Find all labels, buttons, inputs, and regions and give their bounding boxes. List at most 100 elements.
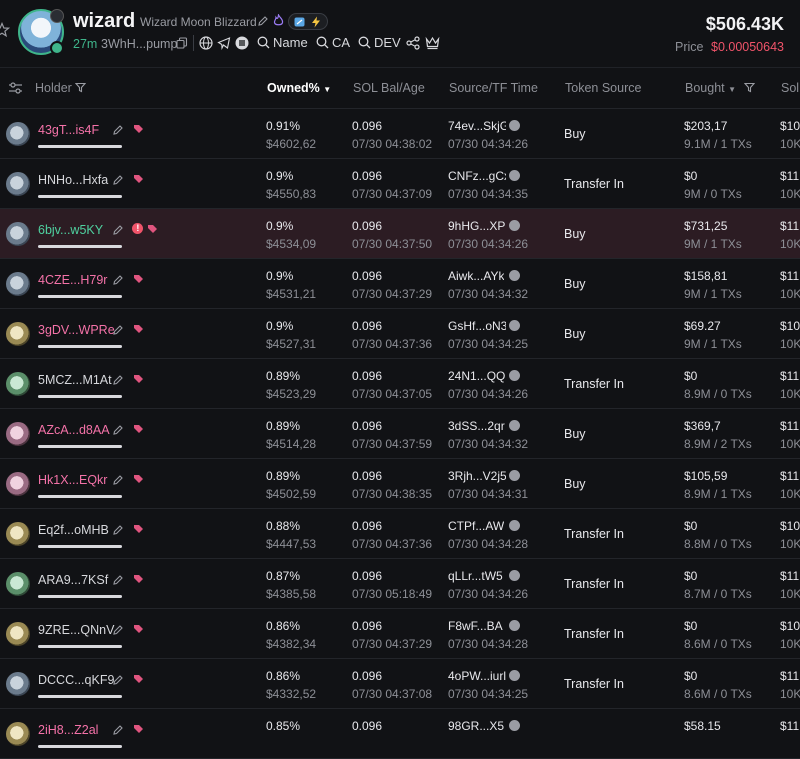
table-row[interactable]: Eq2f...oMHB 0.88% $4447,53 0.096 07/30 04:37… — [0, 509, 800, 559]
source-address[interactable]: 98GR...X5 — [448, 719, 504, 733]
source-address[interactable]: 24N1...QQ — [448, 369, 505, 383]
tag-icon[interactable] — [132, 723, 144, 735]
edit-icon[interactable] — [112, 524, 124, 536]
edit-icon[interactable] — [112, 324, 124, 336]
table-row[interactable]: 3gDV...WPRe 0.9% $4527,31 0.096 07/30 04:37:… — [0, 309, 800, 359]
table-row[interactable]: HNHo...Hxfa 0.9% $4550,83 0.096 07/30 04:37:… — [0, 159, 800, 209]
filter-icon[interactable] — [743, 82, 755, 93]
bought-amount: 8.6M / 0 TXs — [684, 687, 752, 701]
table-row[interactable]: AZcA...d8AA 0.89% $4514,28 0.096 07/30 04:37… — [0, 409, 800, 459]
globe-icon[interactable] — [199, 36, 213, 50]
source-address[interactable]: qLLr...tW5 — [448, 569, 503, 583]
col-source[interactable]: Source/TF Time — [449, 81, 538, 95]
source-address[interactable]: 3dSS...2qr — [448, 419, 505, 433]
holder-address[interactable]: 9ZRE...QNnV — [38, 623, 114, 637]
edit-icon[interactable] — [112, 474, 124, 486]
solana-icon[interactable] — [235, 36, 249, 50]
boost-chip[interactable] — [288, 13, 328, 30]
holder-address[interactable]: 4CZE...H79r — [38, 273, 107, 287]
tag-icon[interactable] — [132, 123, 144, 135]
filter-icon[interactable] — [75, 82, 87, 93]
holder-address[interactable]: HNHo...Hxfa — [38, 173, 108, 187]
source-address[interactable]: 74ev...SkjG — [448, 119, 506, 133]
source-address[interactable]: CNFz...gCx — [448, 169, 506, 183]
search-ca-link[interactable]: CA — [316, 35, 350, 50]
price-label: Price — [675, 40, 704, 54]
share-icon[interactable] — [406, 36, 420, 50]
token-address[interactable]: 3WhH...pump — [101, 37, 177, 51]
holder-address[interactable]: Eq2f...oMHB — [38, 523, 109, 537]
tag-icon[interactable] — [132, 623, 144, 635]
table-row[interactable]: Hk1X...EQkr 0.89% $4502,59 0.096 07/30 04:38… — [0, 459, 800, 509]
source-address[interactable]: GsHf...oN3 — [448, 319, 506, 333]
tag-icon[interactable] — [132, 273, 144, 285]
table-row[interactable]: 43gT...is4F 0.91% $4602,62 0.096 07/30 04:38… — [0, 109, 800, 159]
edit-icon[interactable] — [112, 724, 124, 736]
col-holder[interactable]: Holder — [35, 81, 87, 95]
table-row[interactable]: 2iH8...Z2al 0.85% 0.096 98GR...X5 $58.15 $11 — [0, 709, 800, 759]
holder-address[interactable]: 3gDV...WPRe — [38, 323, 115, 337]
tag-icon[interactable] — [132, 473, 144, 485]
edit-icon[interactable] — [112, 424, 124, 436]
tag-icon[interactable] — [132, 573, 144, 585]
search-name-link[interactable]: Name — [257, 35, 308, 50]
holding-bar — [38, 145, 122, 148]
holder-address[interactable]: 5MCZ...M1At — [38, 373, 112, 387]
bought-amount: 8.8M / 0 TXs — [684, 537, 752, 551]
table-row[interactable]: 9ZRE...QNnV 0.86% $4382,34 0.096 07/30 04:37… — [0, 609, 800, 659]
source-address[interactable]: 3Rjh...V2j5 — [448, 469, 506, 483]
holder-address[interactable]: AZcA...d8AA — [38, 423, 110, 437]
table-row[interactable]: 5MCZ...M1At 0.89% $4523,29 0.096 07/30 04:37… — [0, 359, 800, 409]
source-address[interactable]: 4oPW...iurl — [448, 669, 506, 683]
edit-icon[interactable] — [112, 624, 124, 636]
bought-usd: $0 — [684, 369, 698, 383]
edit-icon[interactable] — [112, 274, 124, 286]
table-row[interactable]: DCCC...qKF9 0.86% $4332,52 0.096 07/30 04:37… — [0, 659, 800, 709]
edit-icon[interactable] — [112, 224, 124, 236]
sold-usd: $10 — [780, 319, 800, 333]
tag-icon[interactable] — [132, 523, 144, 535]
telegram-icon[interactable] — [217, 36, 231, 50]
edit-icon[interactable] — [112, 374, 124, 386]
edit-icon[interactable] — [112, 574, 124, 586]
holder-avatar — [6, 522, 30, 546]
crown-icon[interactable] — [425, 36, 440, 50]
holder-address[interactable]: Hk1X...EQkr — [38, 473, 107, 487]
holder-address[interactable]: ARA9...7KSf — [38, 573, 108, 587]
holder-address[interactable]: DCCC...qKF9 — [38, 673, 114, 687]
col-token-source[interactable]: Token Source — [565, 81, 641, 95]
holder-address[interactable]: 6bjv...w5KY — [38, 223, 103, 237]
table-row[interactable]: 4CZE...H79r 0.9% $4531,21 0.096 07/30 04:37:… — [0, 259, 800, 309]
table-row[interactable]: ARA9...7KSf 0.87% $4385,58 0.096 07/30 05:18… — [0, 559, 800, 609]
table-row[interactable]: 6bjv...w5KY! 0.9% $4534,09 0.096 07/30 04:37… — [0, 209, 800, 259]
source-address[interactable]: Aiwk...AYk — [448, 269, 504, 283]
edit-icon[interactable] — [112, 674, 124, 686]
star-icon[interactable] — [0, 22, 10, 38]
holder-address[interactable]: 43gT...is4F — [38, 123, 99, 137]
tag-icon[interactable] — [132, 673, 144, 685]
tag-icon[interactable] — [132, 373, 144, 385]
source-address[interactable]: CTPf...AW — [448, 519, 504, 533]
token-avatar[interactable] — [18, 9, 64, 55]
tag-icon[interactable] — [132, 173, 144, 185]
copy-icon[interactable] — [176, 37, 188, 49]
col-sol-bal[interactable]: SOL Bal/Age — [353, 81, 425, 95]
holder-address[interactable]: 2iH8...Z2al — [38, 723, 98, 737]
col-owned[interactable]: Owned% ▼ — [267, 81, 331, 95]
edit-icon[interactable] — [257, 15, 269, 27]
edit-icon[interactable] — [112, 174, 124, 186]
token-source: Buy — [564, 227, 586, 241]
sol-age: 07/30 04:37:29 — [352, 637, 433, 651]
tag-icon[interactable] — [132, 423, 144, 435]
search-dev-link[interactable]: DEV — [358, 35, 401, 50]
source-address[interactable]: 9hHG...XP1 — [448, 219, 506, 233]
tag-icon[interactable] — [146, 223, 158, 235]
tag-icon[interactable] — [132, 323, 144, 335]
col-bought[interactable]: Bought ▼ — [685, 81, 755, 95]
source-address[interactable]: F8wF...BA — [448, 619, 503, 633]
col-sold[interactable]: Sol — [781, 81, 799, 95]
edit-icon[interactable] — [112, 124, 124, 136]
sol-age: 07/30 04:37:09 — [352, 187, 433, 201]
sol-balance: 0.096 — [352, 419, 383, 433]
settings-sliders-icon[interactable] — [8, 81, 23, 95]
